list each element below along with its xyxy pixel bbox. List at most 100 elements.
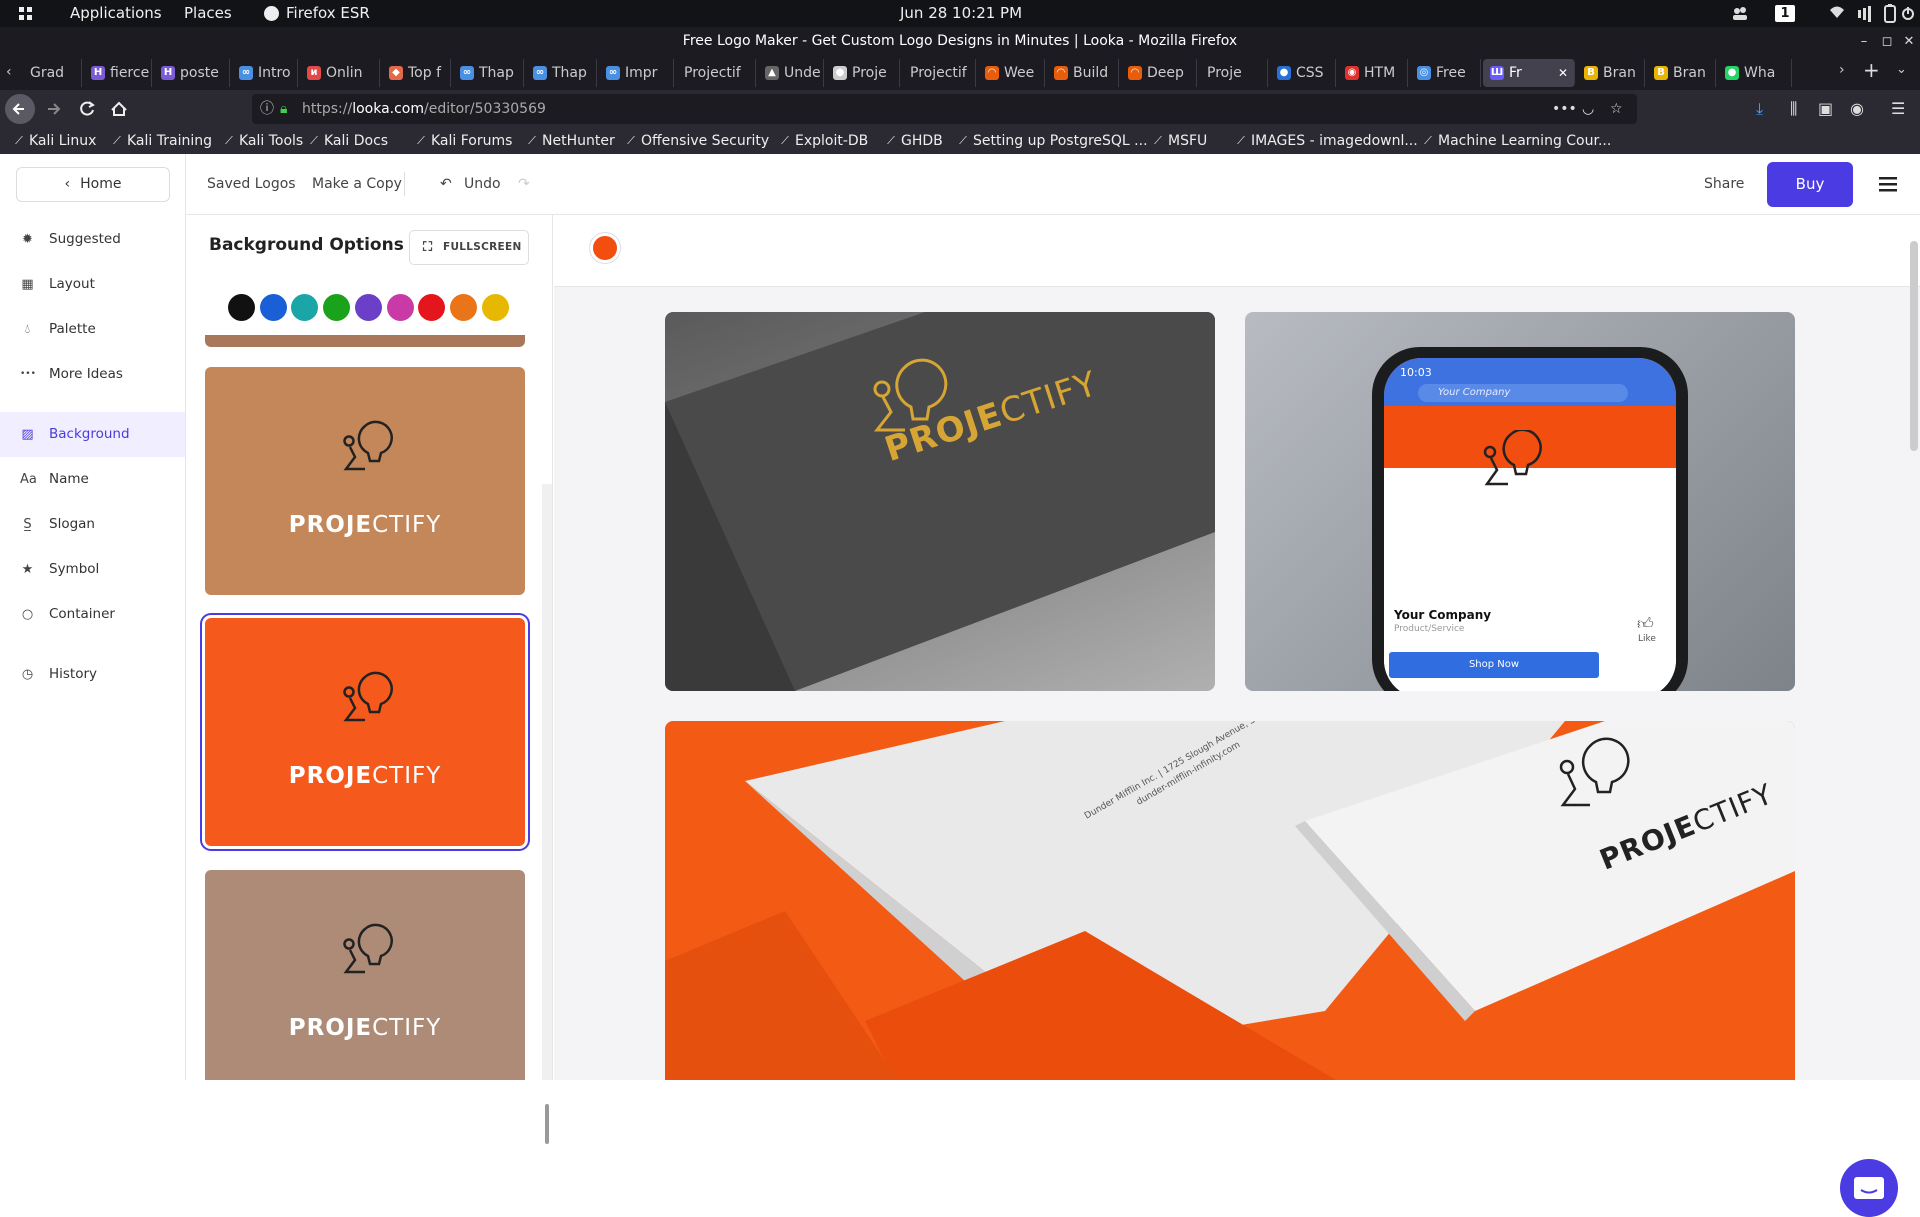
bookmark-item[interactable]: ⟋ GHDB [882,128,943,154]
active-color-swatch[interactable] [590,233,620,263]
new-tab-icon[interactable]: + [1863,58,1880,82]
background-option-card[interactable]: PROJECTIFY [205,367,525,595]
reload-button[interactable] [72,94,102,124]
panel-scrollbar[interactable] [542,484,552,1144]
tab[interactable]: Grad [22,59,82,87]
home-button[interactable]: ‹ Home [16,167,170,202]
bookmark-item[interactable]: ⟋ Kali Tools [220,128,303,154]
color-swatch[interactable] [481,294,509,321]
forward-button[interactable] [40,94,70,124]
sidebar-item-background[interactable]: ▨ Background [0,412,185,457]
tab[interactable]: ◠ Build [1047,59,1119,87]
tab[interactable]: Proje [1199,59,1268,87]
close-tab-icon[interactable]: ✕ [1558,59,1568,87]
tab[interactable]: B Bran [1647,59,1716,87]
tab[interactable]: и Onlin [300,59,380,87]
app-menu-icon[interactable]: ☰ [1891,99,1905,118]
sidebar-item-name[interactable]: Aa Name [0,457,185,502]
clock[interactable]: Jun 28 10:21 PM [900,0,1022,27]
chat-widget-button[interactable] [1840,1159,1898,1217]
tab[interactable]: ∞ Thap [453,59,524,87]
places-menu[interactable]: Places [184,0,232,27]
share-button[interactable]: Share [1704,154,1744,215]
battery-icon[interactable] [1884,0,1896,27]
preview-scrollbar[interactable] [1910,241,1918,451]
bookmark-item[interactable]: ⟋ Exploit-DB [776,128,868,154]
color-swatch[interactable] [228,294,255,321]
people-icon[interactable] [1731,0,1749,27]
tab[interactable]: ◠ Deep [1121,59,1197,87]
tab-list-icon[interactable]: ⌄ [1896,62,1907,77]
bookmark-item[interactable]: ⟋ NetHunter [523,128,615,154]
page-actions-icon[interactable]: ••• [1552,94,1577,124]
sidebar-item-suggested[interactable]: ✹ Suggested [0,217,185,262]
bookmark-item[interactable]: ⟋ IMAGES - imagedownl... [1232,128,1418,154]
sidebar-item-palette[interactable]: 💧︎ Palette [0,307,185,352]
bookmark-item[interactable]: ⟋ Machine Learning Cour... [1419,128,1611,154]
tab[interactable]: ◆ Top f [382,59,451,87]
bookmark-item[interactable]: ⟋ Kali Linux [10,128,96,154]
tab[interactable]: ∞ Impr [599,59,674,87]
bookmark-item[interactable]: ⟋ Kali Docs [305,128,388,154]
bookmark-item[interactable]: ⟋ Offensive Security [622,128,769,154]
bookmark-item[interactable]: ⟋ Kali Training [108,128,212,154]
color-swatch[interactable] [259,294,287,321]
bookmark-star-icon[interactable]: ☆ [1610,94,1623,124]
sidebar-item-symbol[interactable]: ★ Symbol [0,547,185,592]
tab[interactable]: ● Proje [826,59,900,87]
wifi-icon[interactable] [1829,0,1845,27]
sidebar-item-layout[interactable]: ▦ Layout [0,262,185,307]
account-icon[interactable]: ◉ [1850,99,1864,118]
tab-scroll-left-icon[interactable]: ‹ [6,64,12,80]
saved-logos-link[interactable]: Saved Logos [207,154,296,215]
power-icon[interactable] [1901,0,1915,27]
background-option-card[interactable]: PROJECTIFY [205,870,525,1080]
tab[interactable]: ● Wha [1718,59,1792,87]
sidebar-toggle-icon[interactable]: ▣ [1818,99,1833,118]
sidebar-item-container[interactable]: ○ Container [0,592,185,637]
sidebar-item-slogan[interactable]: S̲ Slogan [0,502,185,547]
tab[interactable]: ◠ Wee [978,59,1045,87]
color-swatch[interactable] [291,294,319,321]
fullscreen-button[interactable]: ⛶ FULLSCREEN [409,230,529,265]
mockup-business-card[interactable]: PROJECTIFY [665,312,1215,691]
volume-icon[interactable] [1857,0,1873,27]
info-icon[interactable]: ⓘ [260,94,274,124]
color-swatch[interactable] [354,294,382,321]
tab[interactable]: ◉ HTM [1338,59,1408,87]
color-swatch[interactable] [418,294,446,321]
background-option-card[interactable]: PROJECTIFY [205,618,525,846]
undo-button[interactable]: ↶ Undo [440,154,501,215]
sidebar-item-history[interactable]: ◷ History [0,652,185,697]
card-partial[interactable] [205,335,525,347]
bookmark-item[interactable]: ⟋ MSFU [1149,128,1207,154]
buy-button[interactable]: Buy [1767,162,1853,207]
downloads-icon[interactable]: ⤓ [1756,99,1763,119]
color-swatch[interactable] [323,294,351,321]
back-button[interactable] [5,94,35,124]
url-bar[interactable]: ⓘ 🔒︎ https://looka.com/editor/50330569 •… [252,94,1637,124]
bookmark-item[interactable]: ⟋ Kali Forums [412,128,512,154]
tab[interactable]: ● CSS [1270,59,1336,87]
home-icon[interactable] [104,94,134,124]
menu-icon[interactable] [1877,154,1907,215]
tab[interactable]: Hposte [154,59,230,87]
tab[interactable]: Ш Fr ✕ [1483,59,1575,87]
bookmark-item[interactable]: ⟋ Setting up PostgreSQL ... [954,128,1147,154]
app-grid-icon[interactable] [18,0,34,27]
make-copy-link[interactable]: Make a Copy [312,154,402,215]
tab[interactable]: ◎ Free [1410,59,1481,87]
color-swatch[interactable] [449,294,477,321]
close-window-icon[interactable]: ✕ [1896,27,1920,56]
tab[interactable]: ∞ Thap [526,59,597,87]
url-text[interactable]: https://looka.com/editor/50330569 [302,94,546,124]
mockup-phone[interactable]: 10:03 Your Company PROJECTIFY Your Compa… [1245,312,1795,691]
tab[interactable]: Projectif [902,59,976,87]
tab[interactable]: ∞ Intro [232,59,298,87]
pocket-icon[interactable]: ◡ [1582,94,1594,124]
tab[interactable]: Hfierce [84,59,152,87]
library-icon[interactable]: ⫼ [1790,99,1797,119]
mockup-stationery[interactable]: Dunder Mifflin Inc. | 1725 Slough Avenue… [665,721,1795,1080]
tab[interactable]: ▲ Unde [758,59,824,87]
sidebar-item-more-ideas[interactable]: ••• More Ideas [0,352,185,397]
